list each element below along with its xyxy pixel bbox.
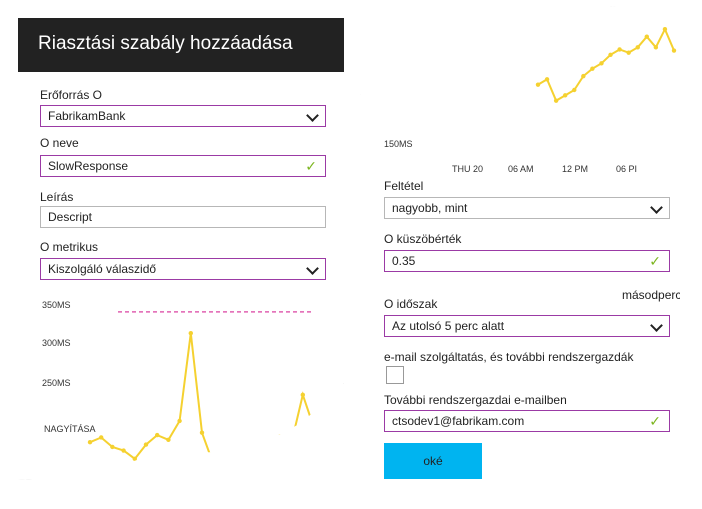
data-point bbox=[199, 430, 205, 435]
data-point bbox=[553, 98, 559, 103]
threshold-input[interactable]: 0.35 ✓ bbox=[384, 250, 670, 272]
threshold-label: O küszöbérték bbox=[384, 232, 462, 246]
name-value: SlowResponse bbox=[48, 159, 129, 173]
data-point bbox=[278, 434, 283, 439]
x-tick-label: 06 PI bbox=[616, 164, 638, 174]
seconds-unit-label: másodperc bbox=[622, 288, 680, 302]
data-point bbox=[644, 34, 649, 39]
ok-button[interactable]: oké bbox=[384, 443, 482, 479]
data-point bbox=[563, 93, 568, 98]
resource-value: FabrikamBank bbox=[48, 109, 126, 123]
data-point bbox=[121, 448, 126, 453]
data-point bbox=[662, 27, 668, 32]
data-point bbox=[155, 432, 160, 438]
data-point bbox=[535, 82, 541, 87]
email-owners-checkbox[interactable] bbox=[386, 366, 404, 384]
period-select[interactable]: Az utolsó 5 perc alatt bbox=[384, 315, 670, 337]
condition-value: nagyobb, mint bbox=[392, 201, 468, 215]
data-point bbox=[267, 449, 272, 454]
data-point bbox=[653, 45, 659, 50]
email-owners-label: e-mail szolgáltatás, és további rendszer… bbox=[384, 350, 634, 364]
data-point bbox=[110, 444, 115, 450]
data-point bbox=[590, 66, 595, 71]
data-point bbox=[544, 77, 550, 82]
condition-label: Feltétel bbox=[384, 179, 424, 193]
data-point bbox=[166, 437, 171, 443]
add-alert-rule-panel-right: 150MS THU 20 06 AM 12 PM 06 PI Feltétel … bbox=[360, 6, 680, 500]
data-point bbox=[608, 52, 613, 57]
series-line bbox=[537, 26, 675, 103]
resource-select[interactable]: FabrikamBank bbox=[40, 105, 326, 127]
data-point bbox=[143, 442, 149, 447]
series-line bbox=[89, 333, 315, 468]
checkmark-icon: ✓ bbox=[649, 253, 661, 269]
y-tick-label: 300MS bbox=[42, 338, 71, 348]
panel-title: Riasztási szabály hozzáadása bbox=[38, 33, 293, 54]
data-point bbox=[617, 47, 622, 52]
metric-value: Kiszolgáló válaszidő bbox=[48, 262, 157, 276]
data-point bbox=[87, 440, 93, 445]
resource-label: Erőforrás O bbox=[40, 88, 103, 102]
panel-header: Riasztási szabály hozzáadása bbox=[18, 18, 344, 72]
data-point bbox=[671, 48, 677, 53]
period-label: O időszak bbox=[384, 297, 438, 311]
y-tick-label: 250MS bbox=[42, 378, 71, 388]
checkmark-icon: ✓ bbox=[305, 158, 317, 174]
checkmark-icon: ✓ bbox=[649, 413, 661, 429]
metric-label: O metrikus bbox=[40, 240, 99, 254]
data-point bbox=[222, 466, 227, 468]
x-tick-label: THU 20 bbox=[452, 164, 484, 174]
data-point bbox=[99, 435, 104, 440]
data-point bbox=[255, 458, 261, 464]
name-input[interactable]: SlowResponse ✓ bbox=[40, 155, 326, 177]
data-point bbox=[244, 463, 250, 468]
x-tick-label: 06 AM bbox=[508, 164, 534, 174]
data-point bbox=[188, 330, 193, 336]
data-point bbox=[635, 45, 640, 50]
description-label: Leírás bbox=[40, 190, 74, 204]
data-point bbox=[300, 392, 305, 398]
add-alert-rule-panel-left: Riasztási szabály hozzáadása Erőforrás O… bbox=[18, 18, 344, 480]
chevron-down-icon bbox=[306, 109, 319, 122]
data-point bbox=[572, 87, 577, 93]
chevron-down-icon bbox=[650, 201, 663, 214]
y-tick-label: 350MS bbox=[42, 300, 71, 310]
extra-email-value: ctsodev1@fabrikam.com bbox=[392, 414, 525, 428]
response-time-chart-upper bbox=[535, 26, 677, 103]
data-point bbox=[626, 50, 631, 55]
threshold-value: 0.35 bbox=[392, 254, 416, 268]
data-point bbox=[211, 461, 216, 466]
description-value: Descript bbox=[48, 210, 93, 224]
data-point bbox=[599, 61, 604, 66]
data-point bbox=[233, 456, 238, 462]
name-label: O neve bbox=[40, 136, 79, 150]
description-input[interactable]: Descript bbox=[40, 206, 326, 228]
data-point bbox=[132, 456, 137, 462]
chevron-down-icon bbox=[306, 262, 319, 275]
extra-email-input[interactable]: ctsodev1@fabrikam.com ✓ bbox=[384, 410, 670, 432]
period-value: Az utolsó 5 perc alatt bbox=[392, 319, 505, 333]
y-tick-label: 150MS bbox=[384, 139, 413, 149]
data-point bbox=[177, 418, 182, 424]
response-time-chart bbox=[87, 311, 317, 468]
data-point bbox=[289, 440, 294, 445]
data-point bbox=[581, 73, 586, 79]
data-point bbox=[311, 425, 317, 431]
chevron-down-icon bbox=[650, 319, 663, 332]
extra-email-label: További rendszergazdai e-mailben bbox=[384, 393, 567, 407]
condition-select[interactable]: nagyobb, mint bbox=[384, 197, 670, 219]
metric-select[interactable]: Kiszolgáló válaszidő bbox=[40, 258, 326, 280]
x-tick-label: 12 PM bbox=[562, 164, 589, 174]
